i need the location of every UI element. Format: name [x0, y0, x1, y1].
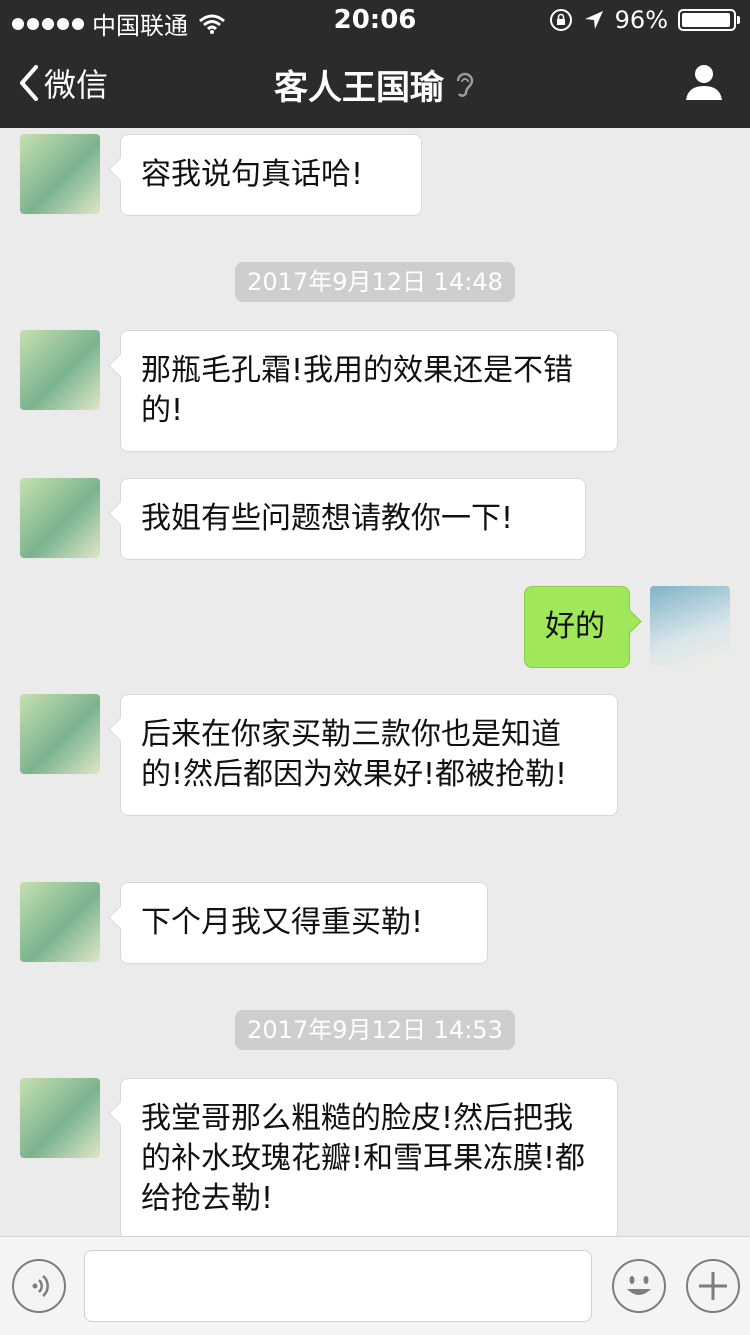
- message-bubble[interactable]: 下个月我又得重买勒!: [120, 882, 488, 964]
- my-message-bubble[interactable]: 好的: [524, 586, 630, 668]
- plus-icon: [699, 1272, 727, 1300]
- contact-avatar[interactable]: [20, 478, 100, 558]
- voice-button[interactable]: [12, 1259, 66, 1313]
- timestamp-label: 2017年9月12日 14:48: [235, 262, 515, 302]
- message-text: 好的: [545, 609, 605, 644]
- message-text: 我堂哥那么粗糙的脸皮!然后把我的补水玫瑰花瓣!和雪耳果冻膜!都给抢去勒!: [141, 1101, 586, 1216]
- ear-icon: [454, 70, 476, 110]
- message-bubble[interactable]: 我堂哥那么粗糙的脸皮!然后把我的补水玫瑰花瓣!和雪耳果冻膜!都给抢去勒!: [120, 1078, 618, 1236]
- emoji-icon: [627, 1276, 651, 1295]
- message-text: 后来在你家买勒三款你也是知道的!然后都因为效果好!都被抢勒!: [141, 717, 568, 792]
- input-bar: [0, 1236, 750, 1335]
- profile-icon: [686, 65, 722, 100]
- message-text: 容我说句真话哈!: [141, 157, 364, 192]
- chat-area[interactable]: 容我说句真话哈! 2017年9月12日 14:48 那瓶毛孔霜!我用的效果还是不…: [0, 128, 750, 1236]
- contact-name: 客人王国瑜: [274, 68, 444, 108]
- nav-bar: 微信 客人王国瑜: [0, 40, 750, 128]
- contact-avatar[interactable]: [20, 134, 100, 214]
- chat-title: 客人王国瑜: [0, 60, 750, 110]
- message-input[interactable]: [84, 1250, 592, 1322]
- message-text: 下个月我又得重买勒!: [141, 905, 424, 940]
- status-bar: 中国联通 20:06 96%: [0, 0, 750, 40]
- emoji-button[interactable]: [612, 1259, 666, 1313]
- location-arrow-icon: [584, 11, 603, 29]
- message-bubble[interactable]: 我姐有些问题想请教你一下!: [120, 478, 586, 560]
- timestamp-label: 2017年9月12日 14:53: [235, 1010, 515, 1050]
- top-bar: 中国联通 20:06 96% 微信 客人王国瑜: [0, 0, 750, 128]
- timestamp: 2017年9月12日 14:53: [0, 1010, 750, 1050]
- battery-icon: [678, 9, 740, 31]
- contact-avatar[interactable]: [20, 330, 100, 410]
- message-bubble[interactable]: 那瓶毛孔霜!我用的效果还是不错的!: [120, 330, 618, 452]
- message-text: 那瓶毛孔霜!我用的效果还是不错的!: [141, 353, 574, 428]
- message-bubble[interactable]: 后来在你家买勒三款你也是知道的!然后都因为效果好!都被抢勒!: [120, 694, 618, 816]
- contact-avatar[interactable]: [20, 694, 100, 774]
- message-text: 我姐有些问题想请教你一下!: [141, 501, 514, 536]
- rotation-lock-icon: [549, 9, 572, 31]
- contact-avatar[interactable]: [20, 882, 100, 962]
- timestamp: 2017年9月12日 14:48: [0, 262, 750, 302]
- battery-percent: 96%: [614, 6, 668, 34]
- my-avatar[interactable]: [650, 586, 730, 666]
- profile-button[interactable]: [684, 62, 724, 106]
- contact-avatar[interactable]: [20, 1078, 100, 1158]
- plus-button[interactable]: [686, 1259, 740, 1313]
- message-bubble[interactable]: 容我说句真话哈!: [120, 134, 422, 216]
- voice-icon: [32, 1275, 49, 1297]
